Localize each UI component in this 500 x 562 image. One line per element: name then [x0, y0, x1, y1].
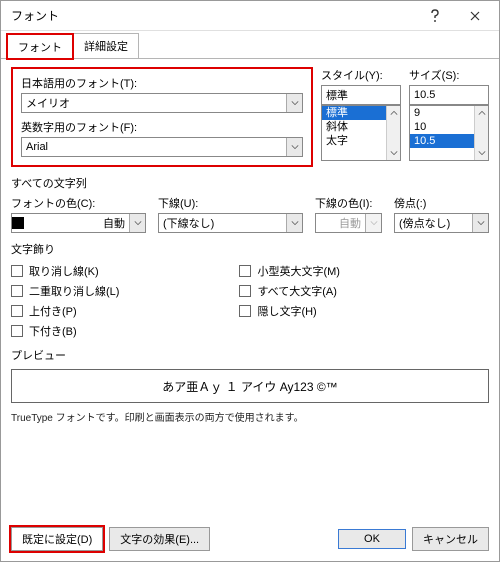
- list-item[interactable]: 標準: [322, 106, 386, 120]
- checkbox-icon: [11, 325, 23, 337]
- ok-button[interactable]: OK: [338, 529, 406, 549]
- emph-combo[interactable]: (傍点なし): [394, 213, 489, 233]
- ulcolor-label: 下線の色(I):: [315, 195, 382, 211]
- list-item[interactable]: 斜体: [322, 120, 386, 134]
- preview-box: あア亜Ａｙ １ アイウ Ay123 ©™: [11, 369, 489, 403]
- checkbox-icon: [11, 305, 23, 317]
- jp-font-combo[interactable]: メイリオ: [21, 93, 303, 113]
- list-item[interactable]: 10: [410, 120, 474, 134]
- truetype-note: TrueType フォントです。印刷と画面表示の両方で使用されます。: [11, 409, 489, 424]
- emph-label: 傍点(:): [394, 195, 489, 211]
- checkbox-icon: [239, 285, 251, 297]
- chevron-down-icon: [472, 214, 488, 232]
- fontcolor-label: フォントの色(C):: [11, 195, 146, 211]
- preview-text: あア亜Ａｙ １ アイウ Ay123 ©™: [162, 378, 337, 395]
- underline-label: 下線(U):: [158, 195, 303, 211]
- cancel-button[interactable]: キャンセル: [412, 527, 489, 551]
- sub-check[interactable]: 下付き(B): [11, 323, 119, 339]
- allchars-section-label: すべての文字列: [11, 175, 489, 191]
- underline-combo[interactable]: (下線なし): [158, 213, 303, 233]
- chevron-down-icon: [286, 138, 302, 156]
- tab-advanced[interactable]: 詳細設定: [73, 33, 139, 58]
- dblstrike-check[interactable]: 二重取り消し線(L): [11, 283, 119, 299]
- decor-section-label: 文字飾り: [11, 241, 489, 257]
- size-listbox[interactable]: 9 10 10.5: [409, 105, 489, 161]
- close-button[interactable]: [455, 2, 495, 30]
- titlebar: フォント: [1, 1, 499, 31]
- text-effects-button[interactable]: 文字の効果(E)...: [109, 527, 210, 551]
- close-icon: [470, 11, 480, 21]
- chevron-down-icon: [286, 214, 302, 232]
- checkbox-icon: [239, 305, 251, 317]
- preview-section-label: プレビュー: [11, 347, 489, 363]
- font-selection-group: 日本語用のフォント(T): メイリオ 英数字用のフォント(F): Arial: [11, 67, 313, 167]
- style-listbox[interactable]: 標準 斜体 太字: [321, 105, 401, 161]
- scroll-down-icon: [475, 146, 488, 160]
- list-item[interactable]: 10.5: [410, 134, 474, 148]
- chevron-down-icon: [365, 214, 381, 232]
- scrollbar[interactable]: [474, 106, 488, 160]
- dialog-title: フォント: [11, 7, 415, 24]
- smallcaps-check[interactable]: 小型英大文字(M): [239, 263, 340, 279]
- scroll-down-icon: [387, 146, 400, 160]
- allcaps-check[interactable]: すべて大文字(A): [239, 283, 340, 299]
- jp-font-label: 日本語用のフォント(T):: [21, 75, 303, 91]
- set-default-button[interactable]: 既定に設定(D): [11, 527, 103, 551]
- tabs: フォント 詳細設定: [1, 31, 499, 59]
- checkbox-icon: [11, 265, 23, 277]
- style-label: スタイル(Y):: [321, 67, 401, 83]
- tab-font[interactable]: フォント: [7, 34, 73, 59]
- ascii-font-label: 英数字用のフォント(F):: [21, 119, 303, 135]
- list-item[interactable]: 太字: [322, 134, 386, 148]
- ulcolor-combo: 自動: [315, 213, 382, 233]
- sup-check[interactable]: 上付き(P): [11, 303, 119, 319]
- help-icon: [430, 9, 440, 23]
- chevron-down-icon: [129, 214, 145, 232]
- help-button[interactable]: [415, 2, 455, 30]
- scroll-up-icon: [475, 106, 488, 120]
- checkbox-icon: [239, 265, 251, 277]
- fontcolor-combo[interactable]: 自動: [11, 213, 146, 233]
- ascii-font-combo[interactable]: Arial: [21, 137, 303, 157]
- strike-check[interactable]: 取り消し線(K): [11, 263, 119, 279]
- scroll-up-icon: [387, 106, 400, 120]
- style-input[interactable]: 標準: [321, 85, 401, 105]
- chevron-down-icon: [286, 94, 302, 112]
- hidden-check[interactable]: 隠し文字(H): [239, 303, 340, 319]
- checkbox-icon: [11, 285, 23, 297]
- size-label: サイズ(S):: [409, 67, 489, 83]
- scrollbar[interactable]: [386, 106, 400, 160]
- list-item[interactable]: 9: [410, 106, 474, 120]
- color-swatch: [12, 217, 24, 229]
- size-input[interactable]: 10.5: [409, 85, 489, 105]
